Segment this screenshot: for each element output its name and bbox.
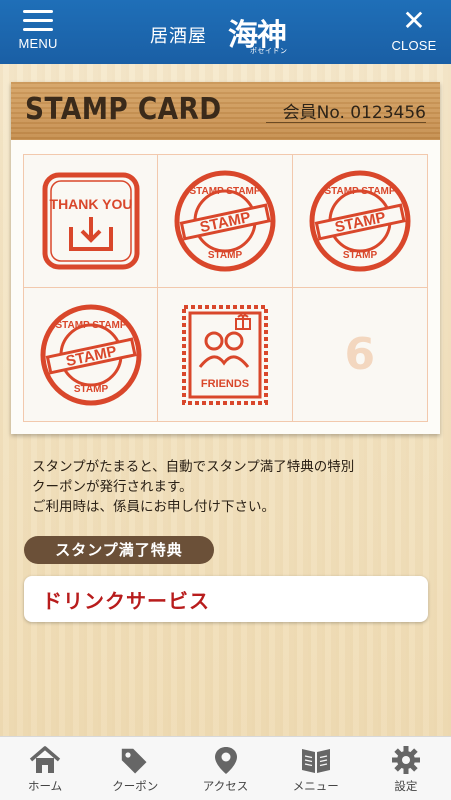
- description-line: スタンプがたまると、自動でスタンプ満了特典の特別: [32, 459, 355, 475]
- brand-logo: 居酒屋 海神 ポセイドン: [150, 8, 310, 58]
- brand-kana: ポセイドン: [250, 47, 288, 55]
- member-number: 会員No. 0123456: [283, 98, 426, 123]
- reward-value: ドリンクサービス: [42, 589, 210, 613]
- close-icon: ✕: [402, 4, 426, 37]
- stamp-slot: STAMP STAMP STAMP STAMP: [158, 155, 293, 288]
- stamp-card: STAMP CARD 会員No. 0123456 THANK YOU STAMP…: [11, 82, 440, 434]
- home-icon: [29, 746, 61, 773]
- tab-label: ホーム: [28, 779, 63, 793]
- hamburger-icon: [23, 10, 53, 32]
- description-line: クーポンが発行されます。: [32, 479, 193, 495]
- stamp-slot-empty: 6: [292, 288, 427, 421]
- svg-text:STAMP: STAMP: [208, 250, 243, 261]
- stamp-card-title: STAMP CARD: [25, 92, 222, 127]
- stamp-text: STAMP: [64, 342, 118, 369]
- stamp-card-header: STAMP CARD 会員No. 0123456: [11, 82, 440, 140]
- member-underline: [266, 122, 426, 123]
- stamp-text: STAMP: [333, 209, 387, 236]
- svg-text:STAMP: STAMP: [74, 384, 109, 395]
- tab-coupon[interactable]: クーポン: [90, 737, 180, 800]
- app-header: MENU 居酒屋 海神 ポセイドン ✕ CLOSE: [0, 0, 451, 64]
- member-value: 0123456: [350, 103, 426, 123]
- stamp-slot: STAMP STAMP STAMP STAMP: [292, 155, 427, 288]
- tab-label: クーポン: [112, 779, 159, 793]
- brand-prefix: 居酒屋: [150, 26, 207, 47]
- menu-label: MENU: [18, 36, 58, 51]
- tab-access[interactable]: アクセス: [180, 737, 270, 800]
- gear-icon: [391, 746, 420, 774]
- book-icon: [301, 749, 330, 773]
- stamp-seal-icon: STAMP STAMP STAMP STAMP: [309, 170, 411, 272]
- stamp-description: スタンプがたまると、自動でスタンプ満了特典の特別 クーポンが発行されます。 ご利…: [32, 457, 432, 517]
- close-button[interactable]: ✕ CLOSE: [389, 4, 439, 58]
- description-line: ご利用時は、係員にお申し付け下さい。: [32, 499, 275, 515]
- tab-home[interactable]: ホーム: [0, 737, 90, 800]
- thank-you-text: THANK YOU: [49, 196, 132, 212]
- stamp-slot: THANK YOU: [24, 155, 159, 288]
- tab-menu[interactable]: メニュー: [271, 737, 361, 800]
- bottom-tab-bar: ホーム クーポン アクセス メニュー 設定: [0, 736, 451, 800]
- reward-box: ドリンクサービス: [24, 576, 428, 622]
- svg-text:STAMP STAMP: STAMP STAMP: [55, 320, 126, 331]
- tab-label: 設定: [394, 779, 418, 793]
- svg-text:STAMP: STAMP: [343, 250, 378, 261]
- stamp-grid: THANK YOU STAMP STAMP STAMP STAMP STAMP …: [23, 154, 428, 422]
- member-label: 会員No.: [282, 103, 345, 123]
- tab-label: メニュー: [292, 779, 339, 793]
- map-pin-icon: [214, 747, 237, 774]
- tag-icon: [122, 748, 147, 774]
- close-label: CLOSE: [391, 38, 437, 53]
- slot-number: 6: [344, 329, 376, 380]
- svg-text:STAMP STAMP: STAMP STAMP: [189, 186, 260, 197]
- svg-text:STAMP STAMP: STAMP STAMP: [324, 186, 395, 197]
- reward-label: スタンプ満了特典: [24, 536, 214, 564]
- friends-stamp-icon: FRIENDS: [181, 304, 268, 405]
- stamp-slot: STAMP STAMP STAMP STAMP: [24, 288, 159, 421]
- stamp-slot: FRIENDS: [158, 288, 293, 421]
- tab-label: アクセス: [202, 779, 249, 793]
- thank-you-stamp-icon: THANK YOU: [42, 172, 140, 270]
- friends-text: FRIENDS: [201, 378, 249, 390]
- stamp-seal-icon: STAMP STAMP STAMP STAMP: [174, 170, 276, 272]
- stamp-text: STAMP: [198, 209, 252, 236]
- tab-settings[interactable]: 設定: [361, 737, 451, 800]
- stamp-seal-icon: STAMP STAMP STAMP STAMP: [40, 304, 142, 405]
- menu-button[interactable]: MENU: [10, 8, 66, 58]
